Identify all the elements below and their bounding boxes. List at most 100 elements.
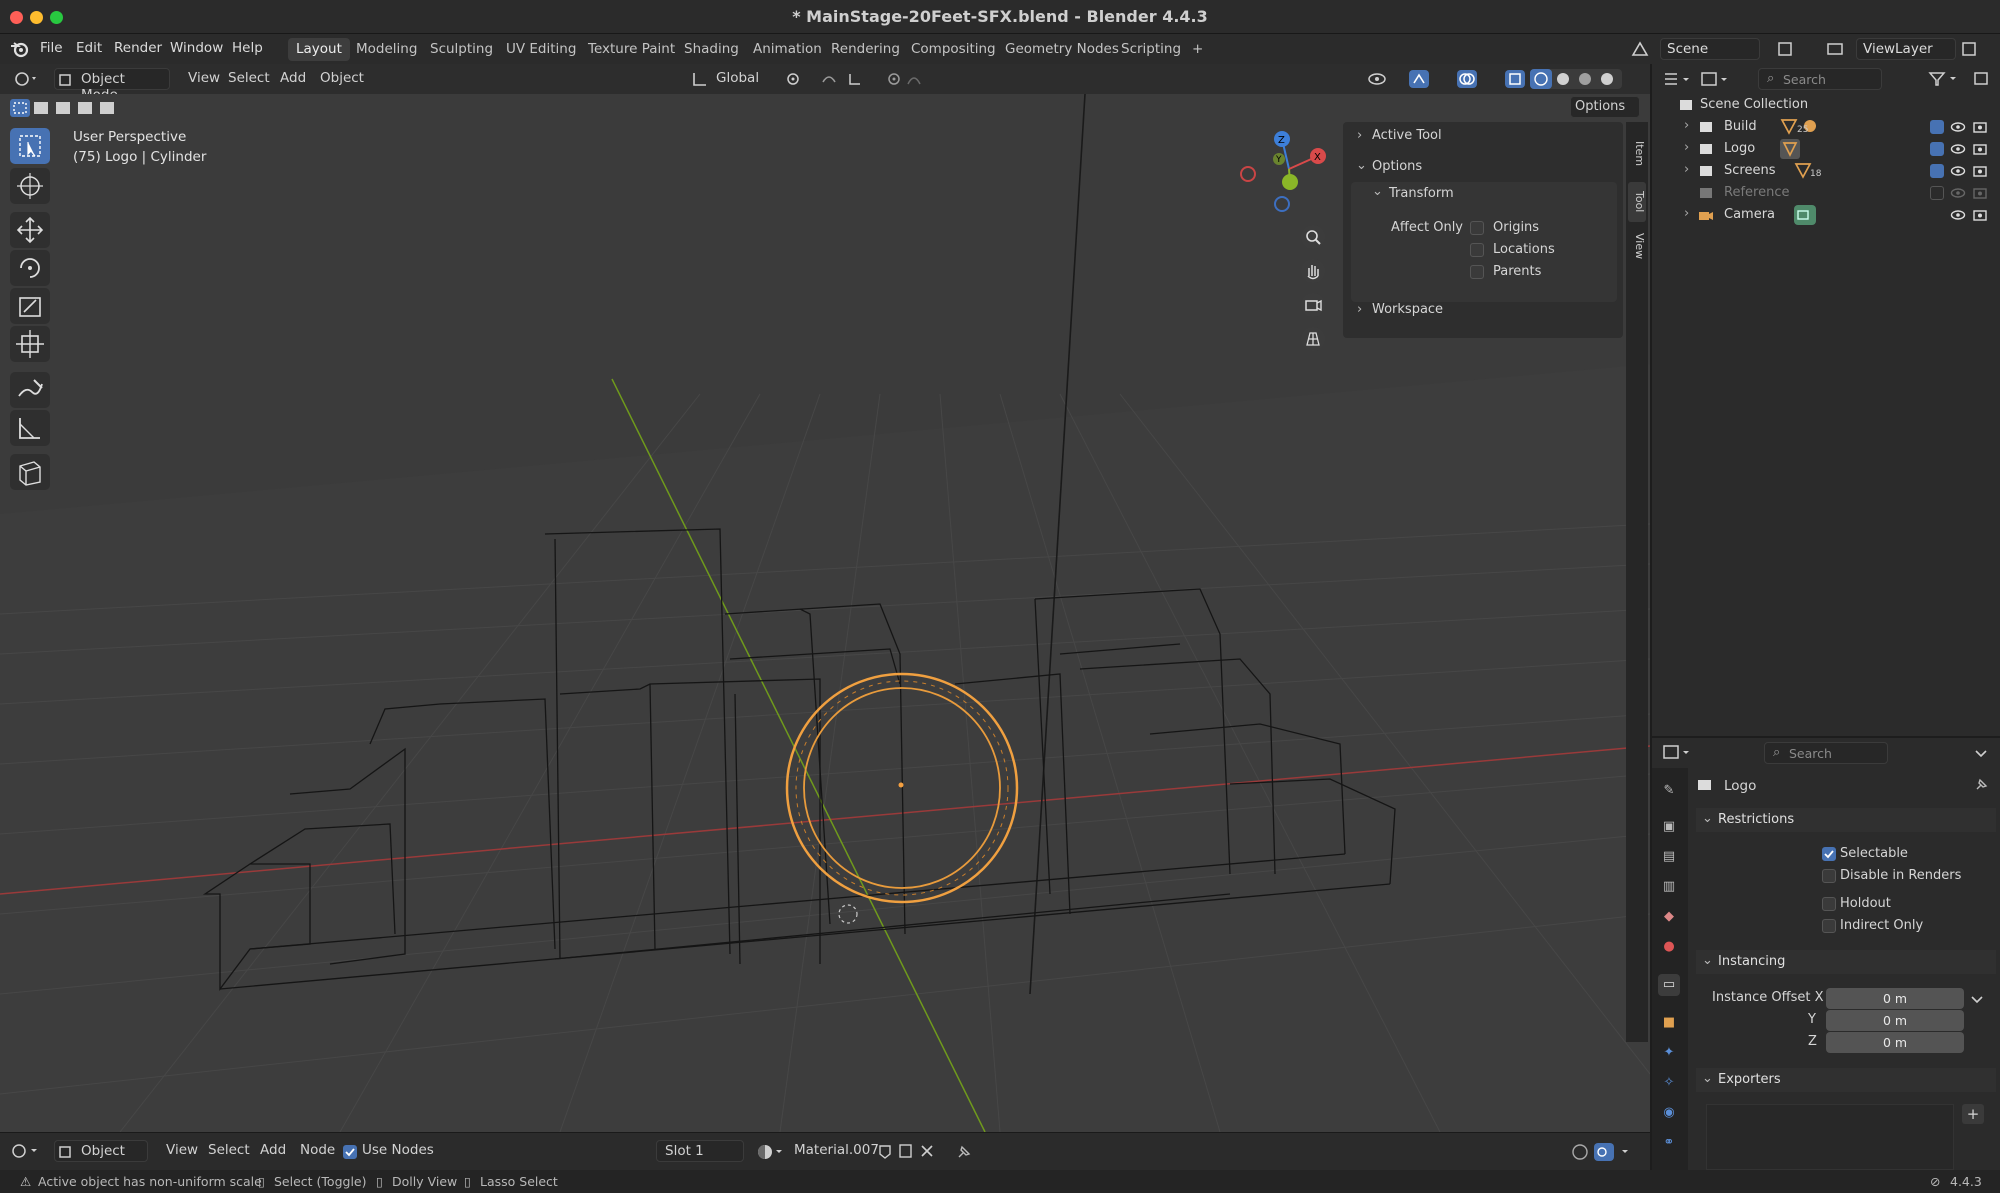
eye-icon[interactable] (1950, 119, 1966, 135)
transform-tool[interactable] (10, 326, 50, 362)
menu-window[interactable]: Window (170, 40, 223, 56)
gizmo-toggle-icon[interactable] (1408, 69, 1444, 89)
eye-icon[interactable] (1950, 185, 1966, 201)
camera-render-icon[interactable] (1972, 207, 1988, 223)
camera-render-icon[interactable] (1972, 163, 1988, 179)
outliner-search-input[interactable]: ⌕ Search (1758, 68, 1882, 90)
node-menu[interactable]: Node (296, 1140, 339, 1162)
shading-mode-icons[interactable] (1530, 69, 1630, 89)
annotate-tool[interactable] (10, 372, 50, 408)
tab-sculpting[interactable]: Sculpting (422, 38, 501, 61)
expand-arrow-icon[interactable]: › (1684, 206, 1689, 221)
world-tab-icon[interactable]: ● (1658, 936, 1680, 958)
chevron-down-icon[interactable] (1968, 989, 1986, 1009)
options-section[interactable]: Options (1372, 159, 1422, 174)
select-box-tool[interactable] (10, 128, 50, 164)
move-tool[interactable] (10, 212, 50, 248)
snap-icon[interactable] (820, 70, 880, 88)
material-actions-icons[interactable] (876, 1142, 950, 1162)
outliner-row-screens[interactable]: › Screens 18 (1652, 160, 2000, 182)
outliner-row-build[interactable]: › Build 25 (1652, 116, 2000, 138)
instance-offset-y-field[interactable]: 0 m (1826, 1010, 1964, 1031)
tab-texture-paint[interactable]: Texture Paint (580, 38, 683, 61)
holdout-checkbox[interactable] (1822, 897, 1836, 911)
camera-render-icon[interactable] (1972, 141, 1988, 157)
new-viewlayer-icon[interactable] (1960, 40, 1978, 58)
pin-icon[interactable] (1972, 776, 1990, 794)
tab-scripting[interactable]: Scripting (1113, 38, 1189, 61)
instance-offset-x-field[interactable]: 0 m (1826, 988, 1964, 1009)
camera-view-icon[interactable] (1300, 292, 1328, 318)
options-dropdown[interactable]: Options (1570, 96, 1640, 118)
modifier-tab-icon[interactable]: ✦ (1658, 1042, 1680, 1064)
eye-icon[interactable] (1950, 163, 1966, 179)
locations-checkbox[interactable] (1470, 243, 1484, 257)
tool-tab-icon[interactable]: ✎ (1658, 780, 1680, 802)
pivot-point-icon[interactable] (784, 70, 812, 88)
collection-tab-icon[interactable]: ▭ (1658, 974, 1680, 996)
transform-subsection[interactable]: Transform (1389, 186, 1454, 201)
instance-offset-z-field[interactable]: 0 m (1826, 1032, 1964, 1053)
scene-collection-row[interactable]: Scene Collection (1652, 94, 2000, 116)
logo-include-checkbox[interactable] (1930, 142, 1944, 156)
viewlayer-icon[interactable] (1826, 40, 1846, 58)
orientation-selector[interactable]: Global (712, 68, 772, 90)
add-workspace-button[interactable]: + (1184, 38, 1211, 61)
exporters-list[interactable] (1706, 1104, 1954, 1170)
use-nodes-checkbox[interactable] (343, 1145, 357, 1159)
chevron-down-icon[interactable]: ⌄ (1356, 158, 1367, 173)
node-add-menu[interactable]: Add (256, 1140, 290, 1162)
chevron-down-icon[interactable]: ⌄ (1372, 184, 1383, 199)
constraints-tab-icon[interactable]: ⚭ (1658, 1132, 1680, 1154)
expand-arrow-icon[interactable]: › (1684, 140, 1689, 155)
editor-type-icon[interactable] (12, 69, 40, 89)
camera-render-icon[interactable] (1972, 185, 1988, 201)
material-name-field[interactable]: Material.007 (790, 1140, 883, 1162)
expand-arrow-icon[interactable]: › (1684, 118, 1689, 133)
visibility-selector-icon[interactable] (1366, 69, 1402, 89)
viewlayer-selector[interactable]: ViewLayer (1856, 38, 1956, 60)
view-layer-tab-icon[interactable]: ▥ (1658, 876, 1680, 898)
node-overlay-icons[interactable] (1570, 1142, 1640, 1162)
origins-checkbox[interactable] (1470, 221, 1484, 235)
tab-uv-editing[interactable]: UV Editing (498, 38, 584, 61)
new-scene-icon[interactable] (1776, 40, 1794, 58)
exporters-panel-header[interactable]: ⌄ Exporters (1696, 1068, 1996, 1092)
chevron-right-icon[interactable]: › (1357, 128, 1362, 143)
scene-icon[interactable] (1630, 40, 1650, 58)
camera-render-icon[interactable] (1972, 119, 1988, 135)
workspace-section[interactable]: Workspace (1372, 302, 1443, 317)
material-preview-icon[interactable] (756, 1142, 786, 1162)
outliner-editor-icon[interactable] (1662, 70, 1694, 90)
select-menu[interactable]: Select (224, 68, 274, 90)
render-tab-icon[interactable]: ▣ (1658, 816, 1680, 838)
outliner-row-logo[interactable]: › Logo (1652, 138, 2000, 160)
xray-toggle-icon[interactable] (1504, 69, 1526, 89)
outliner-row-camera[interactable]: › Camera (1652, 204, 2000, 226)
pan-hand-icon[interactable] (1300, 258, 1328, 284)
properties-editor-icon[interactable] (1662, 743, 1694, 763)
physics-tab-icon[interactable]: ◉ (1658, 1102, 1680, 1124)
rotate-tool[interactable] (10, 250, 50, 286)
proportional-editing-icon[interactable] (886, 70, 936, 88)
tab-geometry-nodes[interactable]: Geometry Nodes (997, 38, 1127, 61)
expand-arrow-icon[interactable]: › (1684, 162, 1689, 177)
eye-icon[interactable] (1950, 141, 1966, 157)
parents-checkbox[interactable] (1470, 265, 1484, 279)
output-tab-icon[interactable]: ▤ (1658, 846, 1680, 868)
tab-rendering[interactable]: Rendering (823, 38, 908, 61)
measure-tool[interactable] (10, 410, 50, 446)
tab-animation[interactable]: Animation (745, 38, 830, 61)
indirect-only-checkbox[interactable] (1822, 919, 1836, 933)
node-view-menu[interactable]: View (162, 1140, 202, 1162)
object-menu[interactable]: Object (316, 68, 368, 90)
view-menu[interactable]: View (184, 68, 224, 90)
node-select-menu[interactable]: Select (204, 1140, 254, 1162)
scene-selector[interactable]: Scene (1660, 38, 1760, 60)
slot-selector[interactable]: Slot 1 (656, 1140, 744, 1162)
tab-layout[interactable]: Layout (288, 38, 350, 61)
scene-tab-icon[interactable]: ◆ (1658, 906, 1680, 928)
navigation-gizmo[interactable]: Z X Y (1234, 129, 1334, 219)
reference-include-checkbox[interactable] (1930, 186, 1944, 200)
scale-tool[interactable] (10, 288, 50, 324)
